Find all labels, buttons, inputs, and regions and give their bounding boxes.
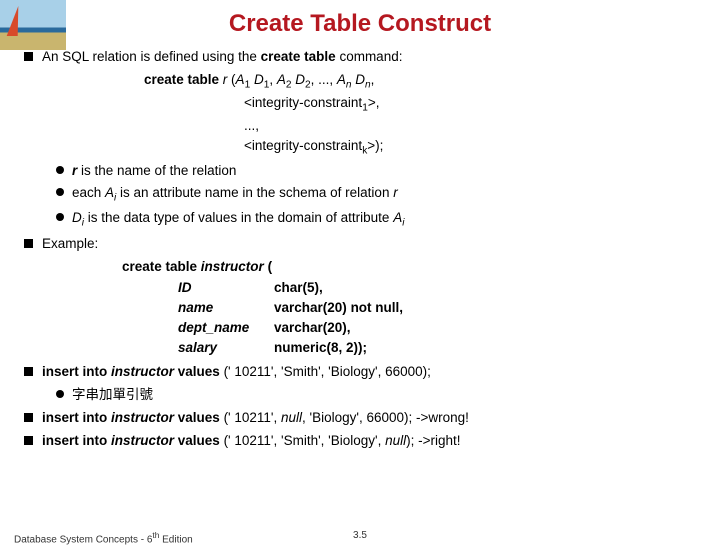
syntax-line: create table r (A1 D1, A2 D2, ..., An Dn… <box>144 70 696 93</box>
text: command: <box>339 49 402 64</box>
syntax-line: <integrity-constraintk>); <box>244 136 696 159</box>
text: >); <box>367 138 383 153</box>
bullet-insert-3: insert into instructor values (' 10211',… <box>24 431 696 451</box>
text-bold: create table <box>261 49 340 64</box>
bullet-definition: An SQL relation is defined using the cre… <box>24 47 696 67</box>
text: An SQL relation is defined using the <box>42 49 261 64</box>
var: Ai <box>105 185 116 200</box>
text: <integrity-constraint <box>244 138 362 153</box>
text: is the name of the relation <box>77 163 236 178</box>
code-line: create table instructor ( <box>122 257 696 277</box>
bullet-example: Example: <box>24 234 696 254</box>
text: is the data type of values in the domain… <box>84 210 393 225</box>
text: (A1 D1, A2 D2, ..., An Dn, <box>231 72 374 87</box>
sub-bullet-note: 字串加單引號 <box>56 385 696 405</box>
kw: create table <box>144 72 223 87</box>
sub-bullet-r: r is the name of the relation <box>56 161 696 181</box>
sub-bullet-a: each Ai is an attribute name in the sche… <box>56 183 696 206</box>
slide-title: Create Table Construct <box>0 0 720 44</box>
syntax-line: <integrity-constraint1>, <box>244 93 696 116</box>
slide-thumbnail-image <box>0 0 66 50</box>
code-line: namevarchar(20) not null, <box>178 298 696 318</box>
var: r <box>223 72 231 87</box>
slide-body: An SQL relation is defined using the cre… <box>0 47 720 452</box>
var: r <box>393 185 398 200</box>
text: each <box>72 185 105 200</box>
example-code: create table instructor ( IDchar(5), nam… <box>122 257 696 358</box>
var: Di <box>72 210 84 225</box>
code-line: salarynumeric(8, 2)); <box>178 338 696 358</box>
var: Ai <box>393 210 404 225</box>
footer-left: Database System Concepts - 6th Edition <box>14 530 193 545</box>
code-line: IDchar(5), <box>178 278 696 298</box>
sub-bullet-d: Di is the data type of values in the dom… <box>56 208 696 231</box>
syntax-block: create table r (A1 D1, A2 D2, ..., An Dn… <box>144 70 696 159</box>
footer-page-number: 3.5 <box>353 530 367 541</box>
syntax-line: ..., <box>244 116 696 136</box>
code-line: dept_namevarchar(20), <box>178 318 696 338</box>
bullet-insert-1: insert into instructor values (' 10211',… <box>24 362 696 382</box>
text: >, <box>368 95 380 110</box>
text: <integrity-constraint <box>244 95 362 110</box>
bullet-insert-2: insert into instructor values (' 10211',… <box>24 408 696 428</box>
text: is an attribute name in the schema of re… <box>116 185 393 200</box>
